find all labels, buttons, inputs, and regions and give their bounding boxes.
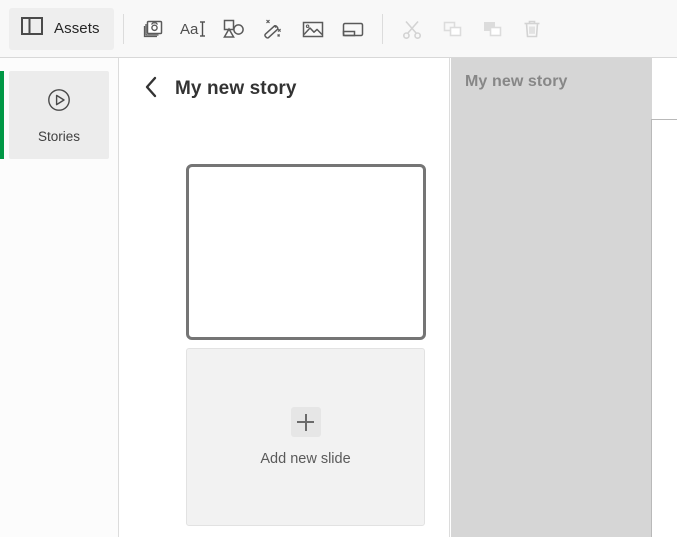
snapshot-tool-button[interactable] <box>133 9 173 49</box>
scissors-icon <box>399 16 425 42</box>
cut-button[interactable] <box>392 9 432 49</box>
slide-layout-tool-button[interactable] <box>333 9 373 49</box>
image-tool-button[interactable] <box>293 9 333 49</box>
copy-icon <box>439 17 465 41</box>
slide-canvas-sheet[interactable] <box>651 119 677 537</box>
shapes-icon <box>219 16 247 42</box>
plus-icon <box>291 407 321 437</box>
effects-tool-button[interactable] <box>253 9 293 49</box>
toolbar-divider-1 <box>123 14 124 44</box>
slide-layout-icon <box>339 17 367 41</box>
text-tool-button[interactable]: Aa <box>173 9 213 49</box>
toolbar-divider-2 <box>382 14 383 44</box>
slide-thumbnail-1[interactable] <box>186 164 426 340</box>
add-new-slide-button[interactable]: Add new slide <box>186 348 425 526</box>
paste-button[interactable] <box>472 9 512 49</box>
add-new-slide-label: Add new slide <box>260 451 350 467</box>
sidebar-item-stories-label: Stories <box>38 129 80 144</box>
insert-tools-group: Aa <box>133 9 373 49</box>
text-aa-icon: Aa <box>178 17 208 41</box>
top-toolbar: Assets Aa <box>0 0 677 58</box>
left-nav-rail: Stories <box>0 58 119 537</box>
image-icon <box>299 17 327 41</box>
assets-button-label: Assets <box>54 20 100 37</box>
assets-button[interactable]: Assets <box>9 8 114 50</box>
slide-canvas-panel: My new story <box>451 58 677 537</box>
chevron-left-icon <box>144 76 158 103</box>
paste-icon <box>479 17 505 41</box>
selected-accent-bar <box>0 71 4 159</box>
canvas-backdrop: My new story <box>451 58 652 537</box>
back-button[interactable] <box>141 77 161 101</box>
panel-left-icon <box>21 17 43 40</box>
delete-button[interactable] <box>512 9 552 49</box>
story-editor-window: Assets Aa <box>0 0 677 537</box>
story-title: My new story <box>175 78 297 100</box>
copy-button[interactable] <box>432 9 472 49</box>
story-header: My new story <box>120 58 450 120</box>
snapshot-icon <box>140 16 166 42</box>
edit-tools-group <box>392 9 552 49</box>
shapes-tool-button[interactable] <box>213 9 253 49</box>
story-slides-panel: My new story 1 Add new slide <box>120 58 450 537</box>
trash-icon <box>520 16 544 42</box>
play-circle-icon <box>46 87 72 118</box>
svg-text:Aa: Aa <box>180 21 199 38</box>
sidebar-item-stories[interactable]: Stories <box>9 71 109 159</box>
magic-wand-icon <box>259 16 287 42</box>
canvas-story-title: My new story <box>465 73 568 91</box>
